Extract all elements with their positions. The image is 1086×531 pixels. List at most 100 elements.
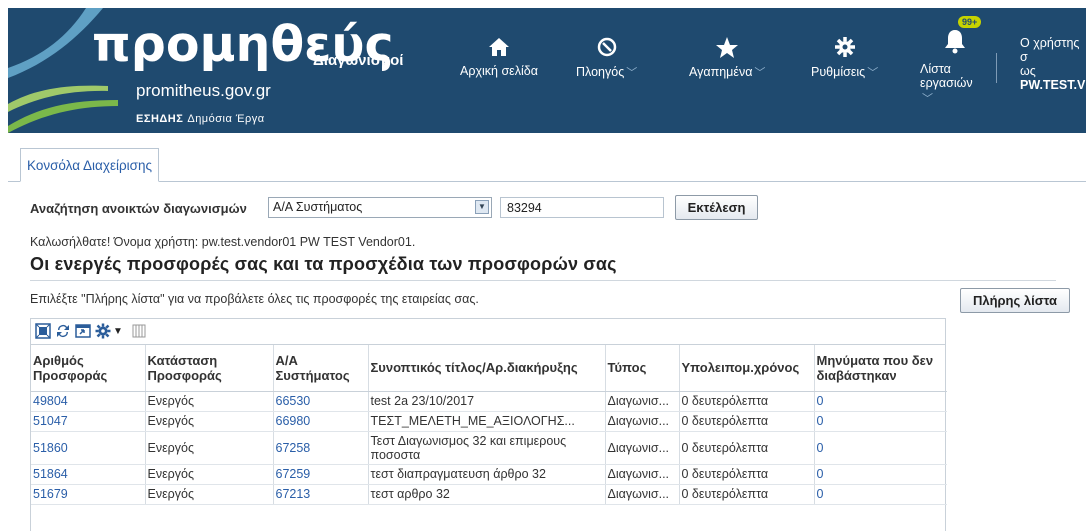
col-offer-status[interactable]: Κατάσταση Προσφοράς — [145, 345, 274, 392]
remaining-time: 0 δευτερόλεπτα — [679, 391, 815, 412]
offer-number-link[interactable]: 51679 — [31, 484, 146, 505]
system-id-link[interactable]: 67259 — [273, 464, 369, 485]
bell-icon: 99+ — [920, 16, 982, 60]
system-id-link[interactable]: 67258 — [273, 431, 369, 465]
table-row: 51047 Ενεργός 66980 ΤΕΣΤ_ΜΕΛΕΤΗ_ΜΕ_ΑΞΙΟΛ… — [31, 411, 947, 432]
full-list-button[interactable]: Πλήρης λίστα — [960, 288, 1070, 313]
chevron-down-icon: ﹀ — [922, 93, 933, 105]
offers-table-panel: ▼ Αριθμός Προσφοράς Κατάσταση Προσφοράς … — [30, 318, 947, 531]
col-type[interactable]: Τύπος — [605, 345, 680, 392]
chevron-down-icon[interactable]: ▼ — [113, 326, 123, 344]
logo-subtitle: Διαγωνισμοί — [313, 52, 404, 69]
offer-type: Διαγωνισ... — [605, 484, 680, 505]
offer-type: Διαγωνισ... — [605, 391, 680, 412]
user-name: PW.TEST.VI — [1020, 78, 1086, 92]
notification-badge: 99+ — [958, 16, 982, 28]
offer-status: Ενεργός — [145, 484, 274, 505]
user-info-line2: ως — [1020, 64, 1036, 78]
nav-favorites[interactable]: Αγαπημένα ﹀ — [689, 36, 765, 80]
nav-settings[interactable]: Ρυθμίσεις ﹀ — [811, 36, 878, 80]
nav-settings-label: Ρυθμίσεις — [811, 65, 866, 79]
offer-type: Διαγωνισ... — [605, 464, 680, 485]
table-header-row: Αριθμός Προσφοράς Κατάσταση Προσφοράς Α/… — [31, 345, 947, 392]
nav-home[interactable]: Αρχική σελίδα — [460, 36, 538, 78]
gear-icon — [811, 36, 878, 62]
system-id-link[interactable]: 66980 — [273, 411, 369, 432]
remaining-time: 0 δευτερόλεπτα — [679, 431, 815, 465]
chevron-down-icon: ﹀ — [626, 67, 638, 79]
nav-worklist[interactable]: 99+ Λίστα εργασιών ﹀ — [920, 16, 982, 106]
chevron-down-icon: ﹀ — [754, 67, 766, 79]
unread-count-link[interactable]: 0 — [814, 464, 947, 485]
offers-table: Αριθμός Προσφοράς Κατάσταση Προσφοράς Α/… — [31, 345, 947, 505]
offer-title: ΤΕΣΤ_ΜΕΛΕΤΗ_ΜΕ_ΑΞΙΟΛΟΓΗΣ... — [368, 411, 606, 432]
logo-org-name: ΕΣΗΔΗΣ — [136, 113, 184, 125]
search-label: Αναζήτηση ανοικτών διαγωνισμών — [30, 201, 247, 216]
header-divider — [996, 53, 997, 83]
dropdown-arrow-icon: ▼ — [475, 200, 489, 214]
settings-gear-icon[interactable] — [95, 323, 111, 341]
tab-admin-console[interactable]: Κονσόλα Διαχείρισης — [20, 148, 159, 182]
offer-number-link[interactable]: 51864 — [31, 464, 146, 485]
offer-title: Τεστ Διαγωνισμος 32 και επιμερους ποσοστ… — [368, 431, 606, 465]
logo-org: ΕΣΗΔΗΣ Δημόσια Έργα — [136, 113, 265, 125]
nav-navigator[interactable]: Πλοηγός ﹀ — [576, 36, 637, 80]
unread-count-link[interactable]: 0 — [814, 484, 947, 505]
hint-text: Επιλέξτε "Πλήρης λίστα" για να προβάλετε… — [30, 292, 479, 306]
detach-icon[interactable] — [35, 323, 51, 341]
search-type-value: Α/Α Συστήματος — [273, 200, 363, 214]
table-row: 51860 Ενεργός 67258 Τεστ Διαγωνισμος 32 … — [31, 431, 947, 465]
offer-number-link[interactable]: 49804 — [31, 391, 146, 412]
col-remaining-time[interactable]: Υπολειπομ.χρόνος — [679, 345, 815, 392]
remaining-time: 0 δευτερόλεπτα — [679, 464, 815, 485]
table-row: 49804 Ενεργός 66530 test 2a 23/10/2017 Δ… — [31, 391, 947, 412]
offer-number-link[interactable]: 51047 — [31, 411, 146, 432]
system-id-link[interactable]: 66530 — [273, 391, 369, 412]
app-header: προμηθεύς Διαγωνισμοί promitheus.gov.gr … — [8, 8, 1086, 133]
offer-title: test 2a 23/10/2017 — [368, 391, 606, 412]
offer-status: Ενεργός — [145, 464, 274, 485]
home-icon — [460, 36, 538, 62]
col-system-id[interactable]: Α/Α Συστήματος — [273, 345, 369, 392]
user-info-line1: Ο χρήστης σ — [1020, 36, 1080, 64]
col-title[interactable]: Συνοπτικός τίτλος/Αρ.διακήρυξης — [368, 345, 606, 392]
nav-navigator-label: Πλοηγός — [576, 65, 625, 79]
offer-status: Ενεργός — [145, 391, 274, 412]
welcome-text: Καλωσήλθατε! Όνομα χρήστη: pw.test.vendo… — [30, 235, 416, 249]
unread-count-link[interactable]: 0 — [814, 391, 947, 412]
offer-number-link[interactable]: 51860 — [31, 431, 146, 465]
unread-count-link[interactable]: 0 — [814, 411, 947, 432]
columns-icon[interactable] — [131, 323, 147, 341]
col-offer-number[interactable]: Αριθμός Προσφοράς — [31, 345, 146, 392]
remaining-time: 0 δευτερόλεπτα — [679, 411, 815, 432]
offer-type: Διαγωνισ... — [605, 411, 680, 432]
offer-title: τεστ διαπραγματευση άρθρο 32 — [368, 464, 606, 485]
table-row: 51679 Ενεργός 67213 τεστ αρθρο 32 Διαγων… — [31, 484, 947, 505]
export-icon[interactable] — [75, 323, 91, 341]
nav-favorites-label: Αγαπημένα — [689, 65, 753, 79]
table-row: 51864 Ενεργός 67259 τεστ διαπραγματευση … — [31, 464, 947, 485]
system-id-link[interactable]: 67213 — [273, 484, 369, 505]
col-unread-messages[interactable]: Μηνύματα που δεν διαβάστηκαν — [814, 345, 947, 392]
star-icon — [689, 36, 765, 62]
compass-icon — [576, 36, 637, 62]
user-info[interactable]: Ο χρήστης σ ως PW.TEST.VI — [1020, 36, 1086, 92]
logo-org-sub: Δημόσια Έργα — [187, 113, 265, 125]
section-divider — [30, 280, 1056, 281]
search-input[interactable] — [500, 197, 664, 218]
nav-worklist-label: Λίστα εργασιών — [920, 62, 973, 90]
execute-button[interactable]: Εκτέλεση — [675, 195, 758, 220]
refresh-icon[interactable] — [55, 323, 71, 341]
unread-count-link[interactable]: 0 — [814, 431, 947, 465]
remaining-time: 0 δευτερόλεπτα — [679, 484, 815, 505]
offer-status: Ενεργός — [145, 431, 274, 465]
offer-status: Ενεργός — [145, 411, 274, 432]
table-toolbar: ▼ — [31, 319, 945, 345]
search-type-select[interactable]: Α/Α Συστήματος ▼ — [268, 197, 492, 218]
section-title: Οι ενεργές προσφορές σας και τα προσχέδι… — [30, 254, 617, 274]
offer-type: Διαγωνισ... — [605, 431, 680, 465]
logo-url: promitheus.gov.gr — [136, 81, 271, 100]
offer-title: τεστ αρθρο 32 — [368, 484, 606, 505]
tab-bar: Κονσόλα Διαχείρισης — [8, 142, 1086, 182]
nav-home-label: Αρχική σελίδα — [460, 64, 538, 78]
